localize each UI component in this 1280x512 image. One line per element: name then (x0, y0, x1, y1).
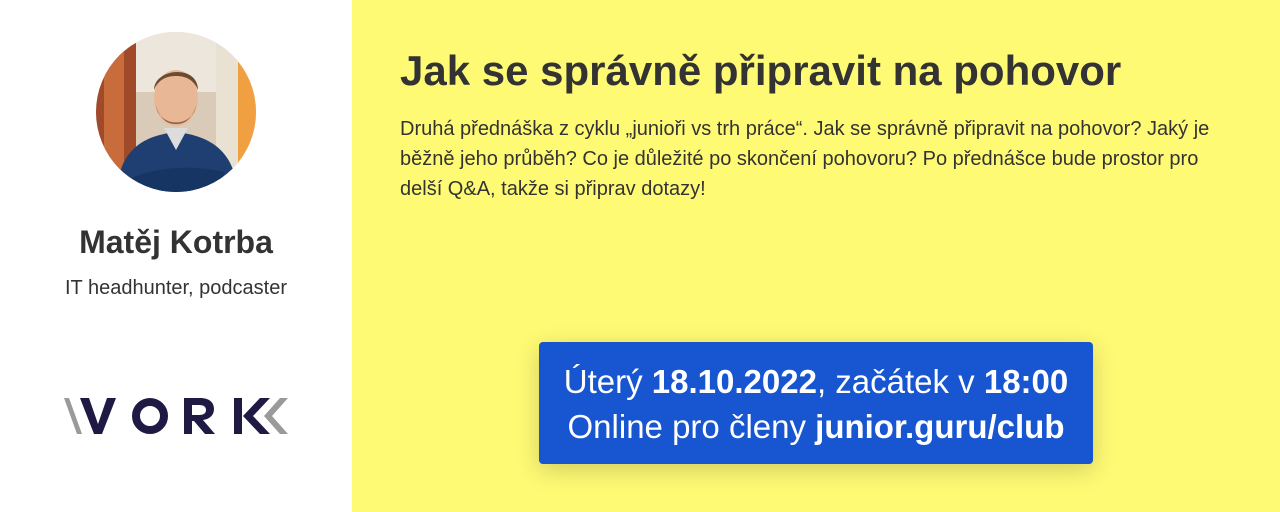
event-time: 18:00 (983, 363, 1069, 400)
event-online-text: Online pro členy (567, 408, 806, 445)
club-link[interactable]: junior.guru/club (815, 408, 1064, 445)
event-day: Úterý (563, 363, 643, 400)
speaker-name: Matěj Kotrba (79, 224, 273, 260)
event-banner: Matěj Kotrba IT headhunter, podcaster Ja… (0, 0, 1280, 512)
speaker-panel: Matěj Kotrba IT headhunter, podcaster (0, 0, 352, 512)
event-date-line: Úterý 18.10.2022, začátek v 18:00 (539, 359, 1093, 404)
event-start-text: , začátek v (816, 363, 975, 400)
talk-title: Jak se správně připravit na pohovor (400, 47, 1122, 94)
talk-description: Druhá přednáška z cyklu „junioři vs trh … (400, 118, 1210, 200)
speaker-photo (96, 32, 256, 192)
event-date: 18.10.2022 (651, 363, 817, 400)
speaker-avatar (96, 32, 256, 192)
event-access-line: Online pro členy junior.guru/club (539, 404, 1093, 449)
vork-logo-icon (64, 398, 288, 434)
speaker-role: IT headhunter, podcaster (64, 277, 287, 299)
event-details-box: Úterý 18.10.2022, začátek v 18:00 Online… (539, 342, 1093, 464)
